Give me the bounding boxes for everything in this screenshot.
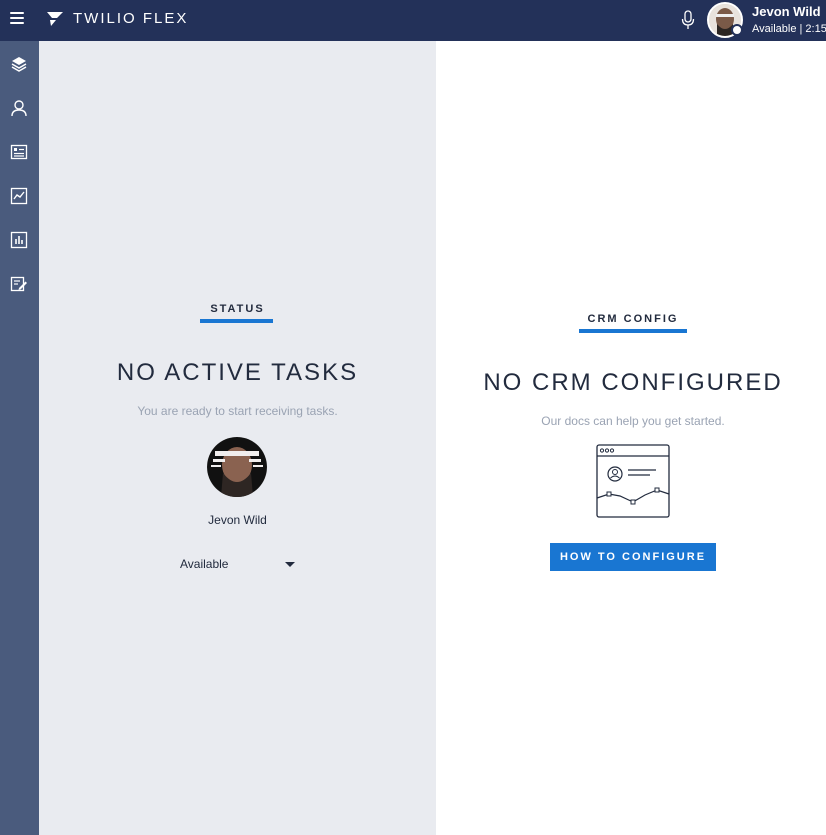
- no-crm-title: NO CRM CONFIGURED: [483, 369, 783, 396]
- sidebar-item-analytics[interactable]: [7, 184, 31, 208]
- sidebar-item-agent-desktop[interactable]: [7, 52, 31, 76]
- agents-icon: [11, 100, 27, 117]
- agent-avatar: [207, 437, 267, 497]
- crm-header-underline: [579, 329, 687, 333]
- edit-form-icon: [10, 276, 27, 292]
- crm-config-header: CRM CONFIG: [587, 313, 679, 325]
- user-name: Jevon Wild: [752, 4, 821, 19]
- agent-name: Jevon Wild: [208, 513, 267, 527]
- twilio-flex-logo: [47, 12, 63, 26]
- top-bar: TWILIO FLEX Jevon Wild Available | 2:15: [0, 0, 826, 41]
- availability-indicator-icon: [731, 24, 743, 36]
- docs-message: Our docs can help you get started.: [541, 414, 725, 428]
- status-header-underline: [200, 319, 273, 323]
- microphone-icon[interactable]: [680, 10, 696, 30]
- status-panel: STATUS NO ACTIVE TASKS You are ready to …: [39, 41, 436, 835]
- hamburger-menu-icon[interactable]: [10, 12, 24, 26]
- agent-avatar-photo: [207, 437, 267, 497]
- layers-icon: [11, 57, 27, 72]
- sidebar-item-reports[interactable]: [7, 228, 31, 252]
- app-title: TWILIO FLEX: [73, 10, 189, 27]
- reports-icon: [10, 231, 28, 249]
- activity-dropdown[interactable]: Available: [179, 555, 299, 575]
- how-to-configure-button[interactable]: HOW TO CONFIGURE: [550, 543, 716, 571]
- user-status: Available | 2:15: [752, 23, 826, 35]
- browser-window-icon: [596, 444, 670, 518]
- crm-panel: CRM CONFIG NO CRM CONFIGURED Our docs ca…: [436, 41, 826, 835]
- sidebar-item-queues[interactable]: [7, 140, 31, 164]
- chevron-down-icon: [285, 562, 295, 567]
- sidebar: [0, 41, 39, 835]
- task-list-icon: [10, 144, 28, 160]
- ready-message: You are ready to start receiving tasks.: [137, 404, 338, 418]
- status-header: STATUS: [210, 303, 265, 315]
- sidebar-item-quality[interactable]: [7, 272, 31, 296]
- activity-value: Available: [180, 557, 229, 571]
- sidebar-item-teams[interactable]: [7, 96, 31, 120]
- analytics-icon: [10, 187, 28, 205]
- no-active-tasks-title: NO ACTIVE TASKS: [116, 359, 359, 386]
